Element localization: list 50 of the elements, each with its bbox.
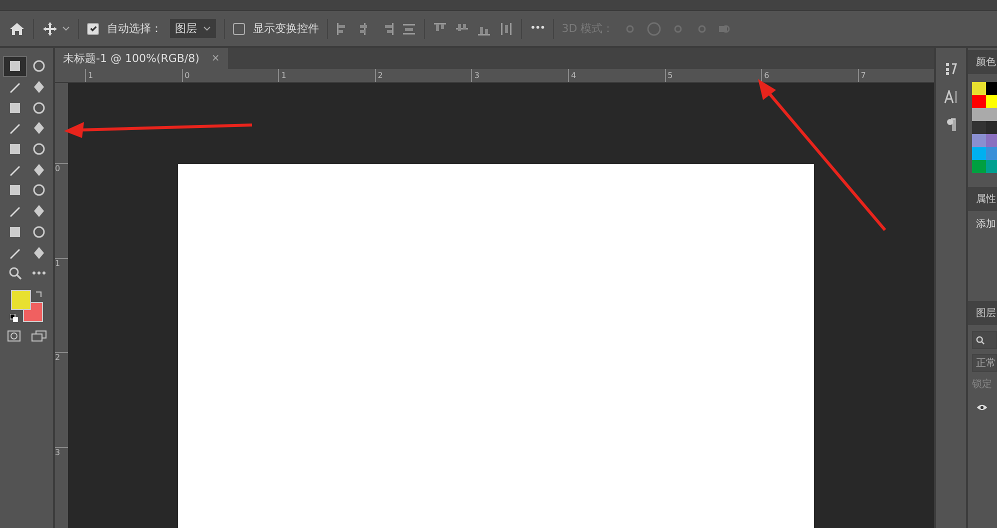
ruler-label: 1 <box>85 69 182 82</box>
color-swatch[interactable] <box>986 121 997 134</box>
search-icon <box>976 336 985 344</box>
color-swatch[interactable] <box>972 108 986 121</box>
more-options-button[interactable]: ••• <box>530 23 545 34</box>
color-swatch[interactable] <box>986 95 997 108</box>
color-panel-tab[interactable]: 颜色 <box>976 55 996 69</box>
distribute-icon[interactable] <box>402 22 416 36</box>
properties-panel-tab[interactable]: 属性 <box>976 192 996 206</box>
default-colors-icon[interactable] <box>10 314 18 322</box>
color-swatch[interactable] <box>972 147 986 160</box>
color-swatch[interactable] <box>972 160 986 173</box>
layers-panel-tab[interactable]: 图层 <box>976 306 996 320</box>
quick-mask-icon[interactable] <box>6 330 20 342</box>
foreground-color-swatch[interactable] <box>10 290 30 310</box>
color-swatch[interactable] <box>972 134 986 147</box>
color-swatch[interactable] <box>986 160 997 173</box>
layer-search-field[interactable] <box>972 331 997 349</box>
screen-mode-icon[interactable] <box>30 330 46 342</box>
home-icon[interactable] <box>9 20 25 36</box>
properties-text: 添加 <box>976 219 996 230</box>
color-swatch[interactable] <box>986 147 997 160</box>
distribute-icon[interactable] <box>499 22 513 36</box>
blend-mode-dropdown[interactable]: 正常 <box>972 354 997 372</box>
caret-icon[interactable] <box>62 26 70 31</box>
layer-dropdown[interactable]: 图层 <box>170 19 216 38</box>
ruler-label: 2 <box>374 69 472 82</box>
auto-select-label: 自动选择： <box>107 21 162 36</box>
checkbox[interactable] <box>87 22 99 34</box>
document-tab[interactable]: 未标题-1 @ 100%(RGB/8) × <box>55 48 228 69</box>
color-swatch[interactable] <box>972 95 986 108</box>
color-swatch[interactable] <box>986 108 997 121</box>
color-swatch[interactable] <box>986 134 997 147</box>
close-button[interactable]: × <box>211 53 220 64</box>
move-icon[interactable] <box>42 20 58 36</box>
checkbox[interactable] <box>233 22 245 34</box>
color-swatch[interactable] <box>972 82 986 95</box>
color-swatch[interactable] <box>986 82 997 95</box>
color-swatch[interactable] <box>972 121 986 134</box>
show-transform-label: 显示变换控件 <box>253 21 319 36</box>
visibility-eye-icon[interactable] <box>976 404 988 410</box>
paragraph-icon[interactable] <box>946 118 956 132</box>
ruler-label: 3 <box>471 69 568 82</box>
checkmark-icon <box>88 24 98 33</box>
caret-icon <box>203 26 211 31</box>
ruler-label: 0 <box>182 69 278 82</box>
swap-icon[interactable] <box>34 290 42 298</box>
ruler-label: 4 <box>568 69 665 82</box>
character-icon[interactable] <box>944 90 958 104</box>
ruler-label: 1 <box>278 69 375 82</box>
